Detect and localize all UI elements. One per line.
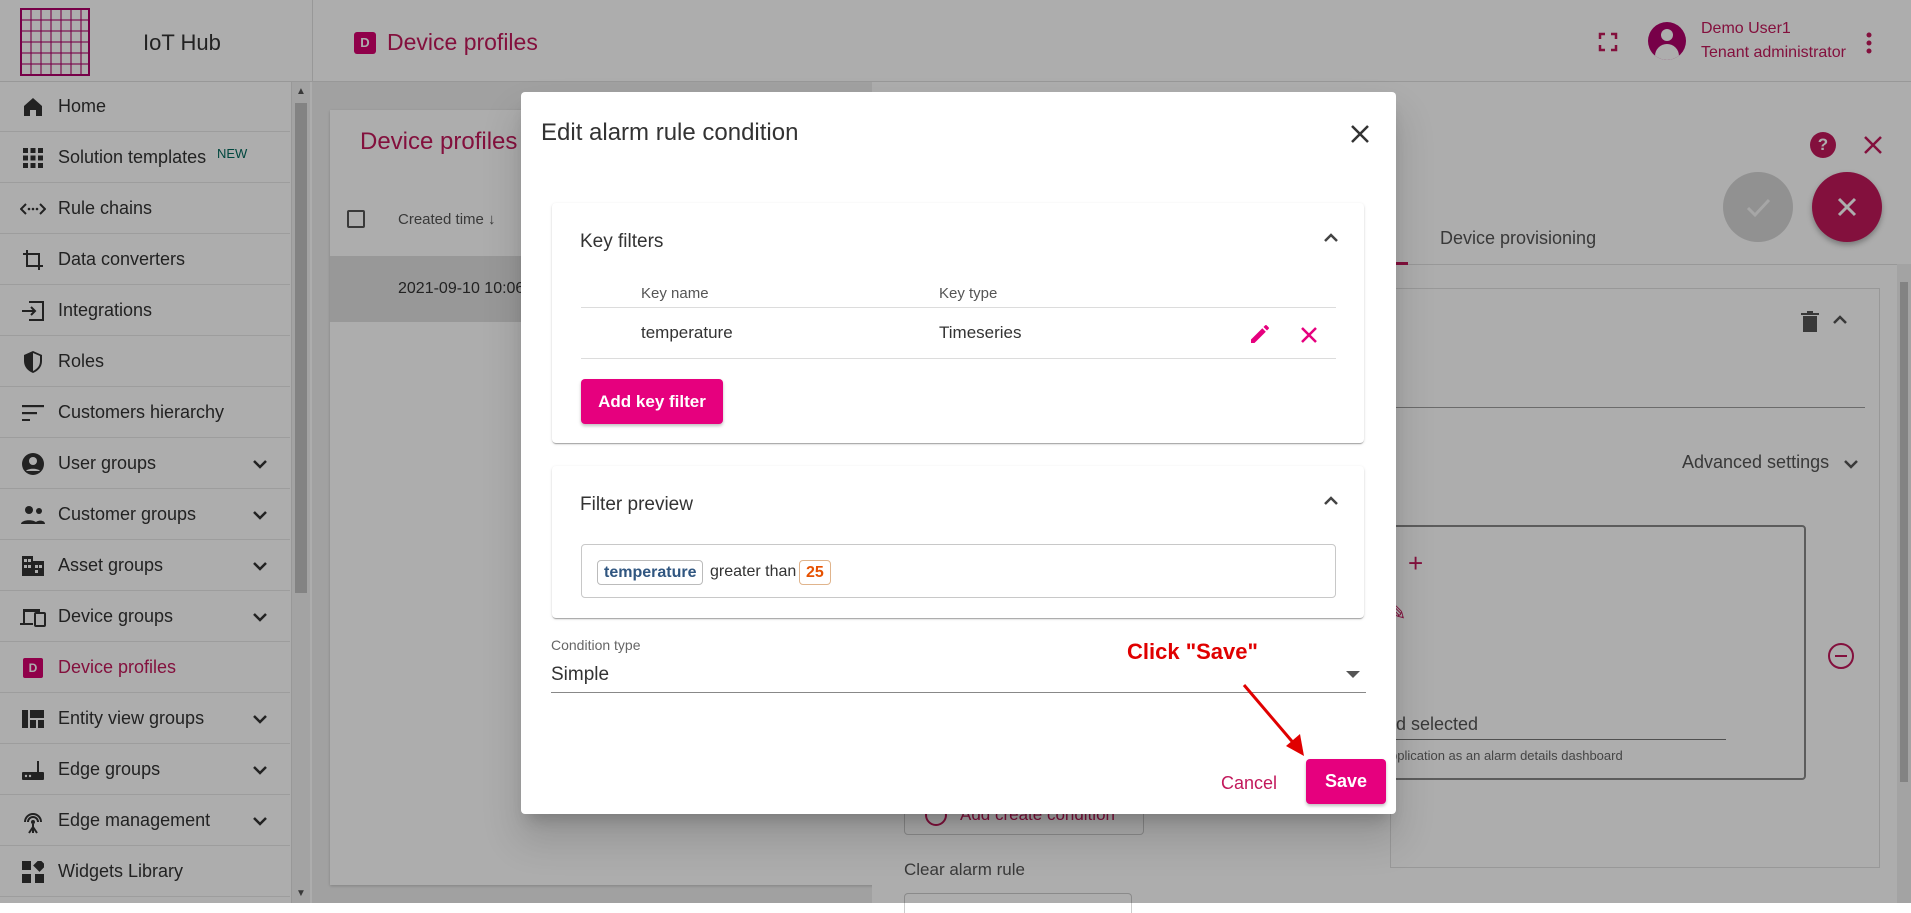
key-filters-title[interactable]: Key filters xyxy=(580,231,663,253)
close-icon[interactable] xyxy=(1298,324,1320,346)
filter-key-chip: temperature xyxy=(597,560,704,585)
key-filter-type: Timeseries xyxy=(939,323,1022,342)
condition-type-select[interactable]: Simple xyxy=(551,664,609,686)
key-filter-name: temperature xyxy=(641,323,733,342)
close-icon[interactable] xyxy=(1348,122,1372,146)
add-key-filter-button[interactable]: Add key filter xyxy=(581,379,723,424)
annotation-arrow-icon xyxy=(1242,684,1304,756)
save-button[interactable]: Save xyxy=(1306,759,1386,804)
edit-icon[interactable] xyxy=(1248,322,1272,346)
filter-preview-title[interactable]: Filter preview xyxy=(580,494,693,516)
column-header-key-type: Key type xyxy=(939,285,998,302)
chevron-up-icon[interactable] xyxy=(1321,491,1341,511)
table-divider xyxy=(581,358,1336,359)
column-header-key-name: Key name xyxy=(641,285,709,302)
cancel-button[interactable]: Cancel xyxy=(1209,765,1289,801)
annotation-label: Click "Save" xyxy=(1127,639,1258,664)
chevron-up-icon[interactable] xyxy=(1321,228,1341,248)
filter-operation: greater than xyxy=(710,563,797,580)
dialog-title: Edit alarm rule condition xyxy=(541,119,799,146)
dropdown-arrow-icon[interactable] xyxy=(1346,671,1360,678)
table-divider xyxy=(581,307,1336,308)
condition-type-label: Condition type xyxy=(551,637,641,653)
filter-value-chip: 25 xyxy=(799,560,831,585)
